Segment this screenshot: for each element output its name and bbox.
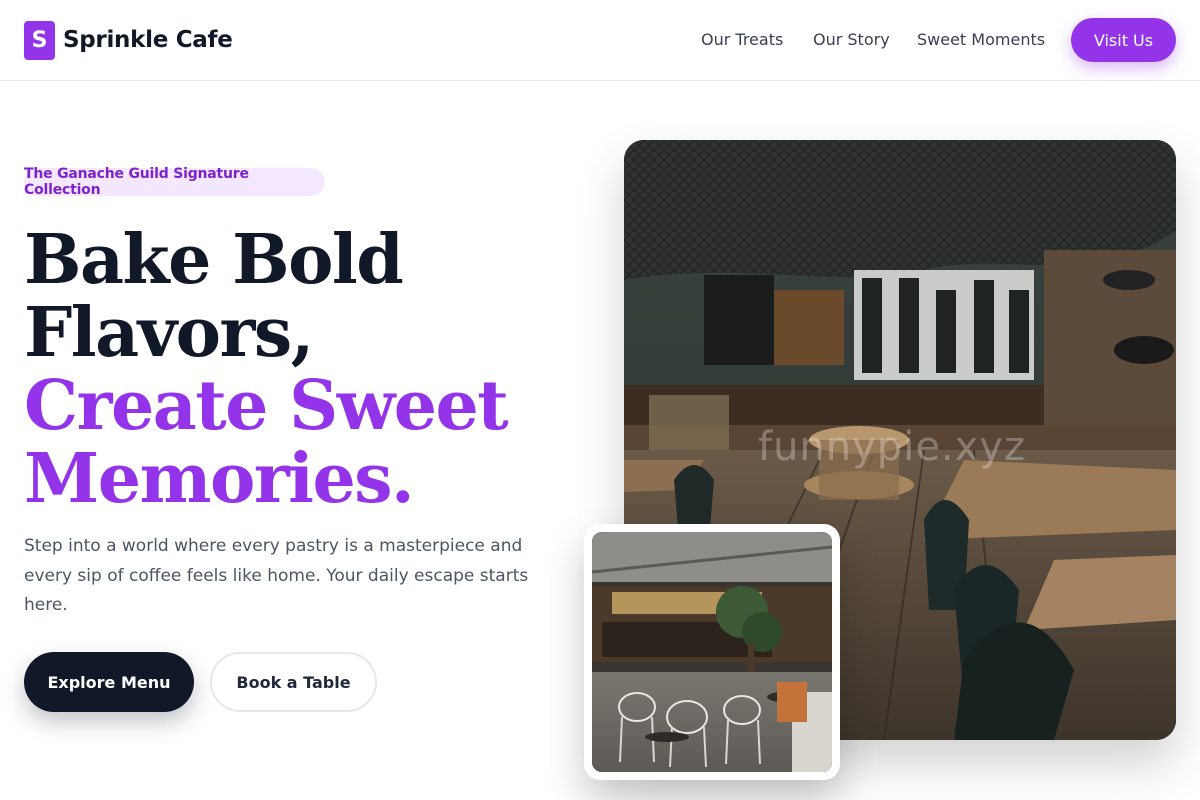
cafe-seating-photo — [592, 532, 832, 772]
headline-line-4: Memories. — [24, 439, 415, 519]
brand-name[interactable]: Sprinkle Cafe — [63, 24, 233, 56]
visit-us-button[interactable]: Visit Us — [1071, 18, 1176, 62]
headline-line-2: Flavors, — [24, 293, 314, 373]
logo-icon[interactable]: S — [24, 21, 55, 60]
hero-intro-text: Step into a world where every pastry is … — [24, 536, 529, 615]
headline-line-1: Bake Bold — [24, 220, 404, 300]
watermark-text: funnypie.xyz — [758, 424, 1026, 470]
book-table-button[interactable]: Book a Table — [210, 652, 377, 712]
explore-menu-button[interactable]: Explore Menu — [24, 652, 194, 712]
nav-link-sweet-moments[interactable]: Sweet Moments — [917, 30, 1045, 50]
hero-headline: Bake Bold Flavors, Create Sweet Memories… — [24, 220, 509, 519]
headline-line-3: Create Sweet — [24, 366, 509, 446]
nav-link-our-story[interactable]: Our Story — [813, 30, 890, 50]
collection-badge: The Ganache Guild Signature Collection — [24, 166, 325, 198]
nav-link-our-treats[interactable]: Our Treats — [701, 30, 783, 50]
secondary-photo-card — [584, 524, 840, 780]
site-header: S Sprinkle Cafe Our Treats Our Story Swe… — [0, 0, 1200, 81]
